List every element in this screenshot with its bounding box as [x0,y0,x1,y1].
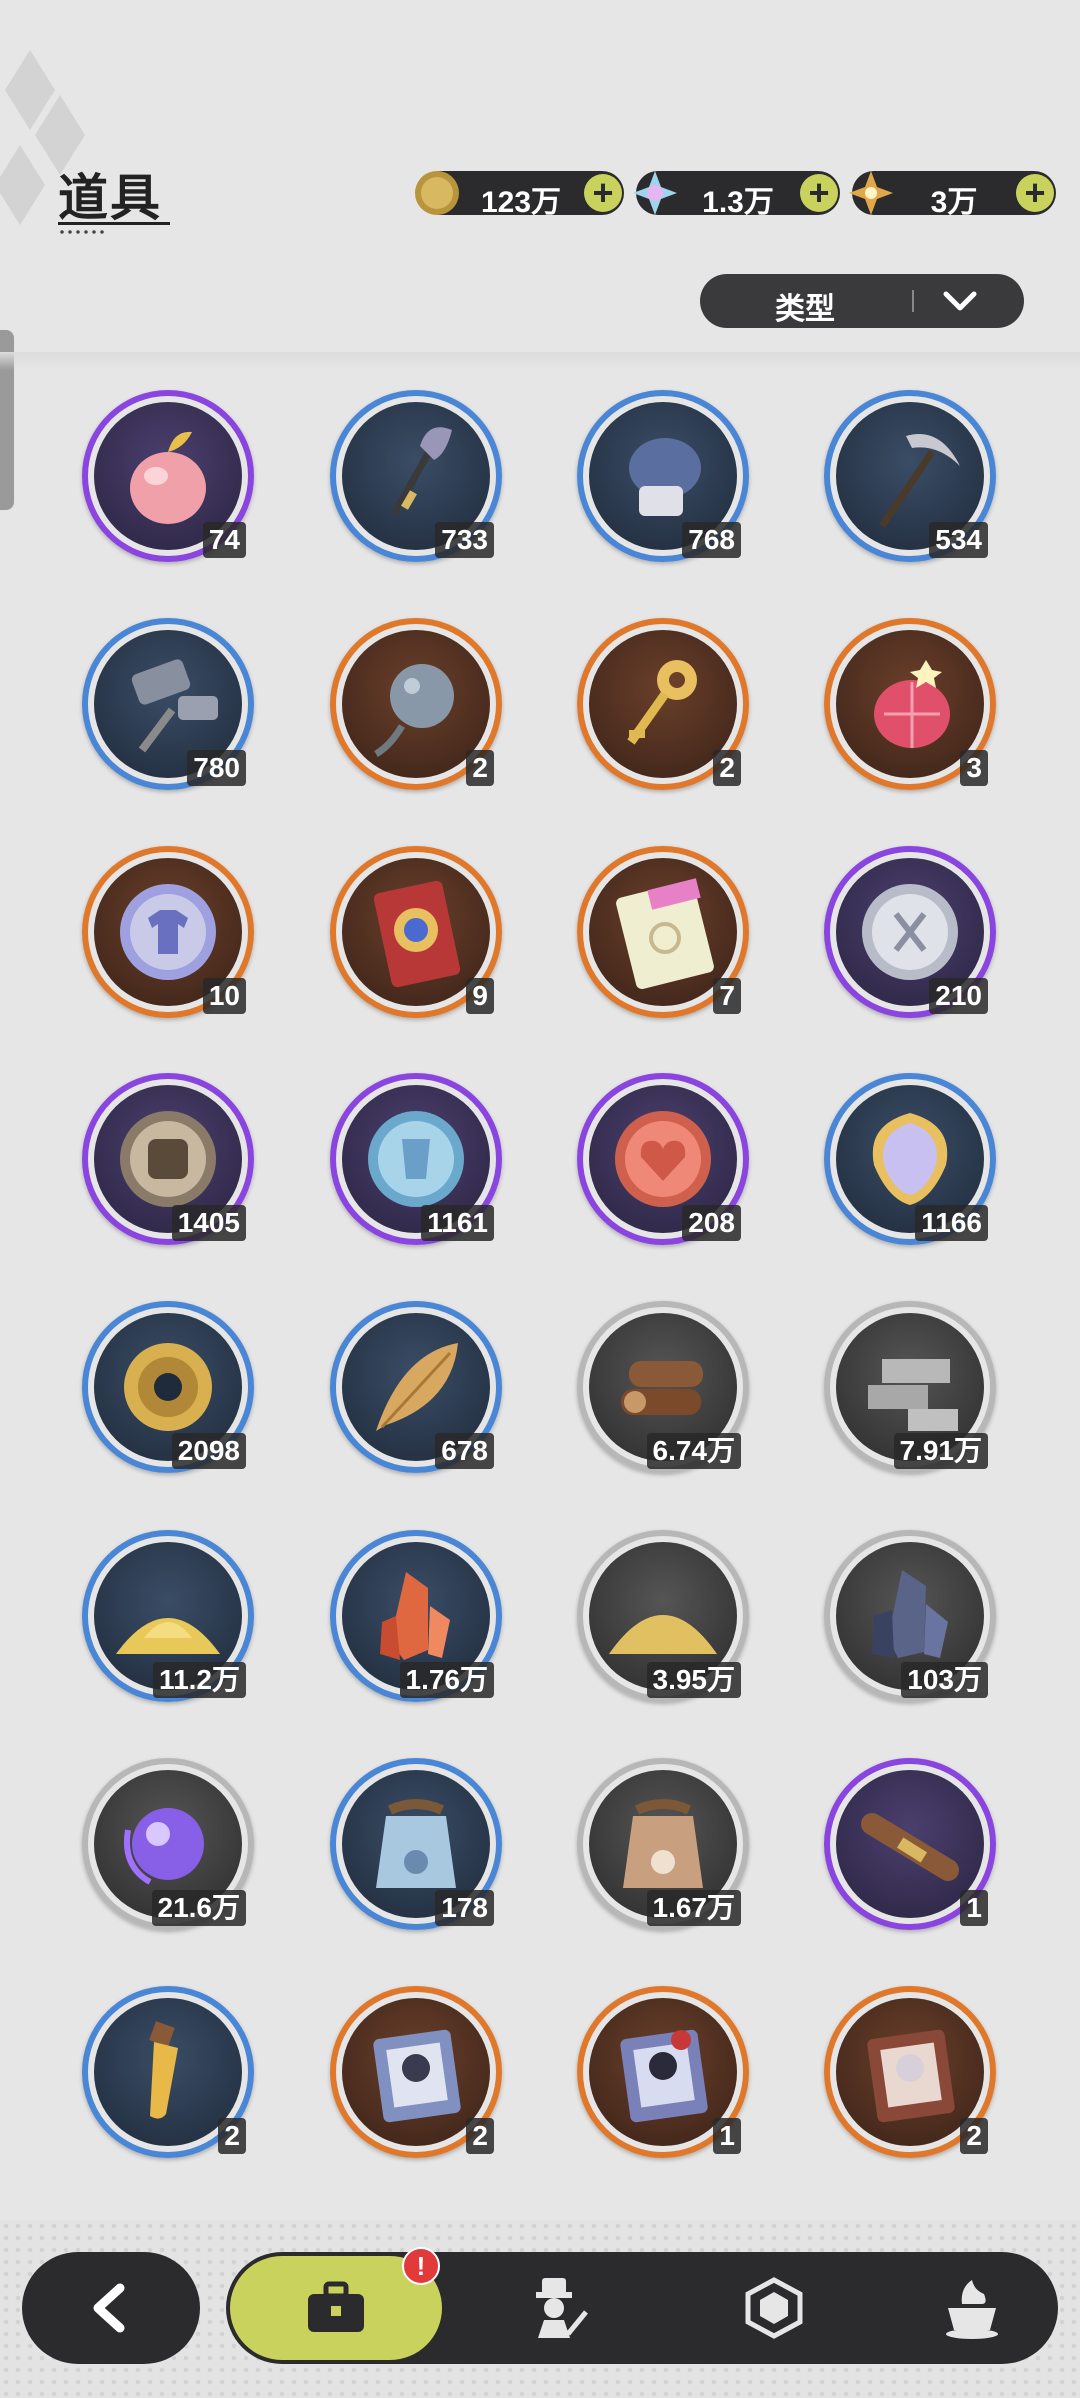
back-button[interactable] [22,2252,200,2364]
briefcase-icon [308,2281,364,2332]
item-slot[interactable]: 2 [330,1986,502,2158]
item-slot[interactable]: 21.6万 [82,1758,254,1930]
item-slot[interactable]: 678 [330,1301,502,1473]
item-count: 1166 [915,1205,988,1241]
item-slot[interactable]: 1161 [330,1073,502,1245]
item-count: 2 [713,750,741,786]
item-count: 2 [218,2118,246,2154]
item-count: 74 [202,522,246,558]
item-count: 6.74万 [646,1433,741,1469]
item-count: 2 [466,2118,494,2154]
bag-alert-badge: ! [402,2247,440,2285]
item-slot[interactable]: 768 [577,390,749,562]
item-count: 733 [435,522,494,558]
food-tab[interactable] [902,2252,1042,2364]
item-slot[interactable]: 1166 [824,1073,996,1245]
item-slot[interactable]: 733 [330,390,502,562]
item-count: 780 [187,750,246,786]
item-count: 103万 [901,1662,988,1698]
item-slot[interactable]: 2 [330,618,502,790]
item-slot[interactable]: 1.67万 [577,1758,749,1930]
gems-tab[interactable] [704,2252,844,2364]
item-count: 1.76万 [399,1662,494,1698]
item-count: 1 [960,1890,988,1926]
item-slot[interactable]: 6.74万 [577,1301,749,1473]
item-count: 768 [682,522,741,558]
item-slot[interactable]: 3 [824,618,996,790]
item-count: 210 [929,978,988,1014]
item-count: 534 [929,522,988,558]
item-count: 11.2万 [153,1662,246,1698]
back-arrow-icon [93,2283,125,2333]
characters-tab[interactable] [488,2252,628,2364]
item-slot[interactable]: 10 [82,846,254,1018]
item-count: 21.6万 [151,1890,246,1926]
item-slot[interactable]: 9 [330,846,502,1018]
item-slot[interactable]: 74 [82,390,254,562]
item-slot[interactable]: 208 [577,1073,749,1245]
item-slot[interactable]: 780 [82,618,254,790]
item-count: 7 [713,978,741,1014]
hexagon-gem-icon [745,2277,803,2339]
item-count: 1405 [171,1205,246,1241]
item-count: 9 [466,978,494,1014]
item-slot[interactable]: 534 [824,390,996,562]
item-count: 7.91万 [893,1433,988,1469]
item-count: 10 [202,978,246,1014]
item-slot[interactable]: 7.91万 [824,1301,996,1473]
item-count: 1.67万 [646,1890,741,1926]
item-slot[interactable]: 7 [577,846,749,1018]
item-count: 1161 [421,1205,494,1241]
bottom-nav [226,2252,1058,2364]
item-count: 2 [466,750,494,786]
item-slot[interactable]: 1.76万 [330,1530,502,1702]
item-count: 678 [435,1433,494,1469]
item-count: 3.95万 [646,1662,741,1698]
item-count: 208 [682,1205,741,1241]
character-icon [536,2278,588,2338]
item-slot[interactable]: 1405 [82,1073,254,1245]
item-slot[interactable]: 2 [577,618,749,790]
item-slot[interactable]: 1 [577,1986,749,2158]
item-grid: 74 733 768 534 780 2 2 3 10 9 7 210 1405 1161 208 1166 2… [0,0,1080,2398]
item-slot[interactable]: 210 [824,846,996,1018]
dessert-icon [946,2280,998,2339]
item-slot[interactable]: 2 [82,1986,254,2158]
item-count: 2 [960,2118,988,2154]
item-count: 2098 [171,1433,246,1469]
item-slot[interactable]: 2098 [82,1301,254,1473]
item-slot[interactable]: 103万 [824,1530,996,1702]
item-count: 178 [435,1890,494,1926]
item-count: 3 [960,750,988,786]
item-slot[interactable]: 3.95万 [577,1530,749,1702]
item-count: 1 [713,2118,741,2154]
item-slot[interactable]: 1 [824,1758,996,1930]
item-slot[interactable]: 2 [824,1986,996,2158]
item-slot[interactable]: 11.2万 [82,1530,254,1702]
item-slot[interactable]: 178 [330,1758,502,1930]
